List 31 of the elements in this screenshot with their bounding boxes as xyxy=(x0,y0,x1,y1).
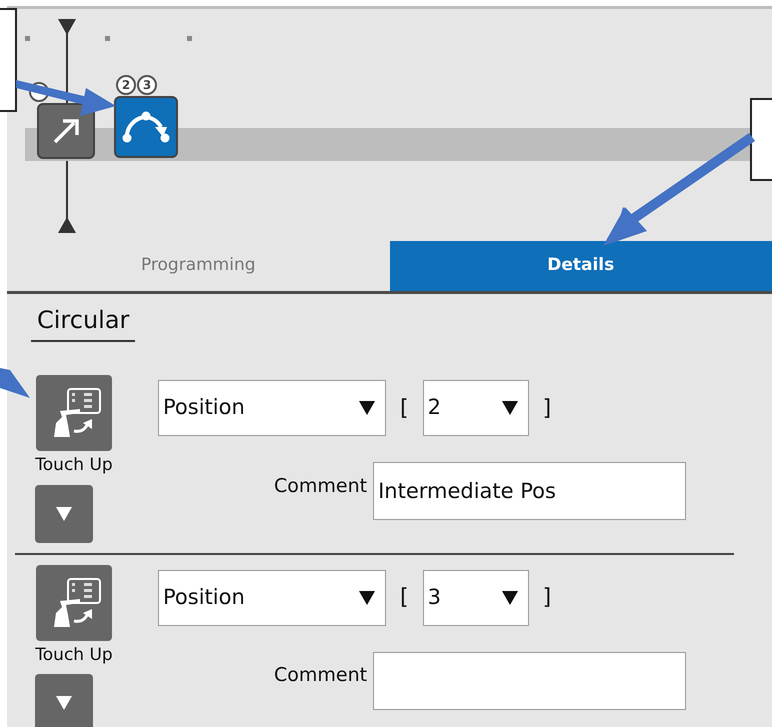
index-dropdown[interactable]: 2 xyxy=(422,380,529,436)
down-triangle-icon xyxy=(56,506,72,520)
diagonal-arrow-icon xyxy=(52,117,80,145)
dropdown-caret-icon xyxy=(502,401,518,415)
touch-up-label: Touch Up xyxy=(35,644,113,666)
tab[interactable]: Details xyxy=(390,241,772,291)
type-dropdown[interactable]: Position xyxy=(158,380,386,436)
comment-label: Comment xyxy=(274,663,368,688)
touch-up-button[interactable] xyxy=(36,564,112,640)
index-dropdown[interactable]: 3 xyxy=(422,570,529,626)
open-bracket: [ xyxy=(400,584,409,612)
touch-up-button[interactable] xyxy=(36,375,112,451)
dropdown-caret-icon xyxy=(359,590,375,604)
open-bracket: [ xyxy=(400,394,409,422)
down-triangle-icon xyxy=(56,696,72,710)
expand-button[interactable] xyxy=(35,484,93,542)
comment-field[interactable] xyxy=(373,652,686,710)
linear-move-node[interactable] xyxy=(37,103,95,159)
close-bracket: ] xyxy=(542,394,552,422)
section-title: Circular xyxy=(31,302,136,342)
dropdown-caret-icon xyxy=(359,401,375,415)
comment-label: Comment xyxy=(274,474,368,499)
arc-arrow-icon xyxy=(121,109,171,145)
circular-move-node[interactable] xyxy=(114,96,178,158)
dropdown-caret-icon xyxy=(502,590,518,604)
pointer-arrow xyxy=(0,368,30,400)
close-bracket: ] xyxy=(542,584,552,612)
expand-button[interactable] xyxy=(35,674,93,727)
touch-up-label: Touch Up xyxy=(35,454,113,477)
comment-field[interactable]: Intermediate Pos xyxy=(373,462,686,520)
type-dropdown[interactable]: Position xyxy=(158,570,386,626)
